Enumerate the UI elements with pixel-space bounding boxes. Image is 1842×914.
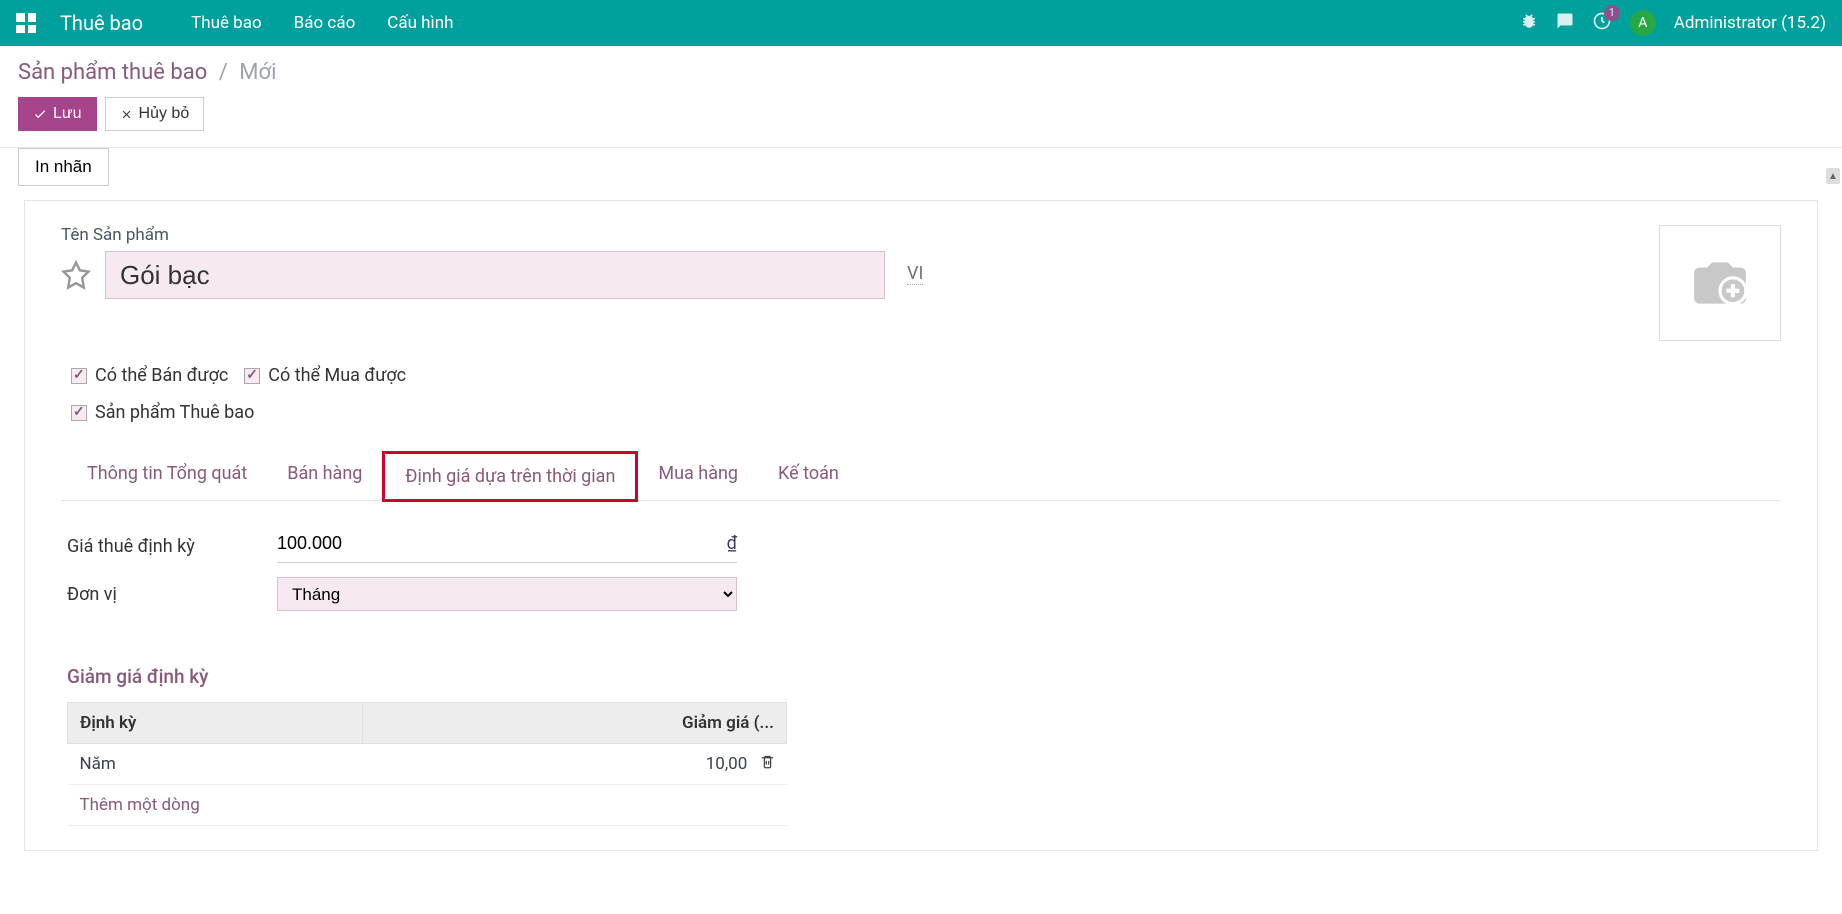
check-icon [33,107,47,121]
nav-item-subscription[interactable]: Thuê bao [191,13,262,33]
checkbox-can-sell[interactable] [71,368,87,384]
save-button-label: Lưu [53,105,82,123]
unit-select[interactable]: Tháng [277,577,737,611]
unit-label: Đơn vị [67,584,277,605]
tab-purchase[interactable]: Mua hàng [638,451,758,500]
top-navbar: Thuê bao Thuê bao Báo cáo Cấu hình 1 A A… [0,0,1842,46]
camera-plus-icon [1684,252,1756,314]
recurring-price-field: ₫ [277,529,737,563]
check-can-purchase[interactable]: Có thể Mua được [244,365,406,386]
bug-icon[interactable] [1520,12,1538,35]
product-checkboxes: Có thể Bán được Có thể Mua được Sản phẩm… [61,365,1781,423]
control-bar: Sản phẩm thuê bao / Mới Lưu Hủy bỏ [0,46,1842,131]
table-row[interactable]: Năm 10,00 [68,744,787,785]
currency-symbol[interactable]: ₫ [727,533,737,554]
sub-actions: In nhãn [0,148,1842,200]
col-discount[interactable]: Giảm giá (... [362,703,786,744]
tab-accounting[interactable]: Kế toán [758,451,859,500]
check-is-subscription[interactable]: Sản phẩm Thuê bao [71,402,254,423]
chat-icon[interactable] [1556,12,1574,35]
checkbox-is-subscription[interactable] [71,405,87,421]
save-button[interactable]: Lưu [18,97,97,131]
tab-general-info[interactable]: Thông tin Tổng quát [67,451,267,500]
nav-item-config[interactable]: Cấu hình [387,13,453,33]
product-name-block: Tên Sản phẩm VI [61,225,1635,341]
close-icon [120,108,133,121]
add-line-link[interactable]: Thêm một dòng [68,785,787,826]
cell-discount[interactable]: 10,00 [362,744,786,785]
check-can-sell[interactable]: Có thể Bán được [71,365,228,386]
time-pricing-form: Giá thuê định kỳ ₫ Đơn vị Tháng [61,529,1781,611]
check-can-sell-label: Có thể Bán được [95,365,228,386]
product-name-input[interactable] [105,251,885,299]
cell-period[interactable]: Năm [68,744,363,785]
favorite-star-icon[interactable] [61,260,91,290]
nav-right: 1 A Administrator (15.2) [1520,10,1826,36]
breadcrumb-separator: / [219,60,228,85]
nav-left: Thuê bao Thuê bao Báo cáo Cấu hình [16,11,454,35]
discard-button-label: Hủy bỏ [139,105,190,123]
recurring-price-label: Giá thuê định kỳ [67,536,277,557]
user-menu[interactable]: Administrator (15.2) [1674,13,1826,33]
product-name-label: Tên Sản phẩm [61,225,1635,245]
activity-icon[interactable]: 1 [1592,11,1612,36]
scrollbar-up-icon[interactable] [1826,168,1840,184]
avatar[interactable]: A [1630,10,1656,36]
sheet-header: Tên Sản phẩm VI [61,225,1781,341]
app-brand[interactable]: Thuê bao [60,11,143,35]
discount-section-title: Giảm giá định kỳ [61,665,1781,688]
notification-badge: 1 [1604,5,1620,21]
nav-item-report[interactable]: Báo cáo [294,13,356,33]
tab-time-pricing[interactable]: Định giá dựa trên thời gian [382,451,638,502]
product-image-upload[interactable] [1659,225,1781,341]
form-actions: Lưu Hủy bỏ [18,97,1824,131]
check-can-purchase-label: Có thể Mua được [268,365,406,386]
check-is-subscription-label: Sản phẩm Thuê bao [95,402,254,423]
product-name-row: VI [61,251,1635,299]
recurring-price-input[interactable] [277,529,637,558]
breadcrumb: Sản phẩm thuê bao / Mới [18,60,1824,85]
checkbox-can-purchase[interactable] [244,368,260,384]
discount-table: Định kỳ Giảm giá (... Năm 10,00 Thêm một… [67,702,787,826]
tab-sales[interactable]: Bán hàng [267,451,382,500]
discard-button[interactable]: Hủy bỏ [105,97,205,131]
apps-menu-icon[interactable] [16,13,36,33]
col-period[interactable]: Định kỳ [68,703,363,744]
breadcrumb-current: Mới [239,60,276,85]
product-tabs: Thông tin Tổng quát Bán hàng Định giá dự… [61,451,1781,501]
print-label-button[interactable]: In nhãn [18,148,109,186]
breadcrumb-root[interactable]: Sản phẩm thuê bao [18,60,207,85]
form-sheet: Tên Sản phẩm VI Có thể Bán được Có thể M… [24,200,1818,851]
delete-row-icon[interactable] [760,754,775,774]
translate-badge[interactable]: VI [907,263,923,285]
nav-menu: Thuê bao Báo cáo Cấu hình [191,13,453,33]
